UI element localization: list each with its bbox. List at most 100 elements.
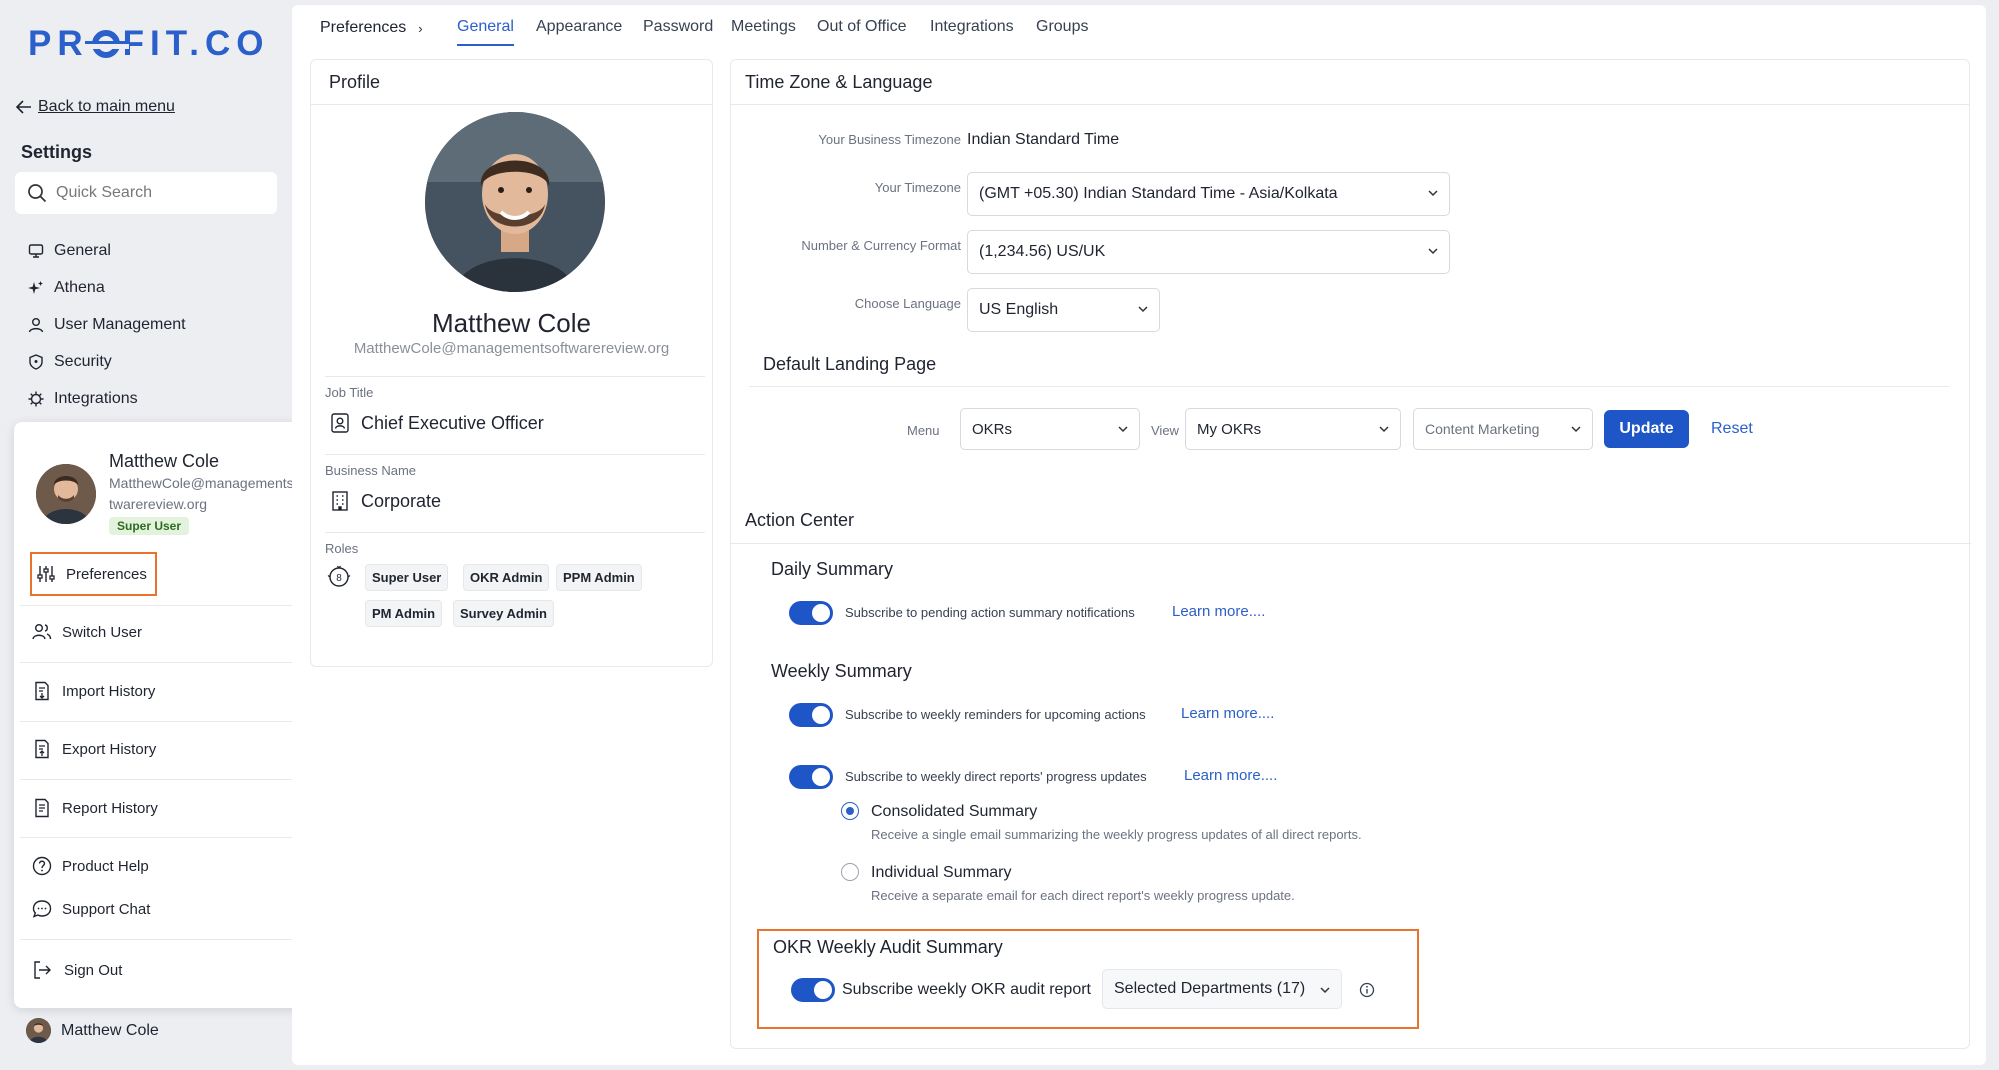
report-doc-icon: [35, 798, 49, 818]
okr-audit-toggle[interactable]: [791, 978, 835, 1002]
export-doc-icon: [35, 739, 49, 759]
chevron-down-icon: [1118, 426, 1128, 433]
tab-password[interactable]: Password: [643, 18, 713, 44]
sidebar-item-security[interactable]: Security: [28, 343, 186, 380]
chevron-right-icon: ›: [418, 20, 423, 36]
arrow-left-icon: [16, 100, 31, 114]
back-to-main-menu-link[interactable]: Back to main menu: [16, 98, 175, 116]
consolidated-summary-radio[interactable]: [841, 802, 859, 820]
chevron-down-icon: [1428, 248, 1438, 255]
sidebar-item-athena[interactable]: Athena: [28, 269, 186, 306]
weekly-summary-title: Weekly Summary: [771, 661, 912, 681]
search-icon: [28, 184, 47, 203]
export-history-menu-item[interactable]: Export History: [32, 734, 156, 764]
divider: [325, 454, 705, 455]
landing-view-select[interactable]: My OKRs: [1185, 408, 1401, 450]
divider: [731, 543, 1971, 544]
profile-email: MatthewCole@managementsoftwarereview.org: [353, 340, 670, 357]
building-icon: [332, 491, 348, 511]
main-panel: Preferences › General Appearance Passwor…: [292, 5, 1986, 1065]
sidebar-item-user-management[interactable]: User Management: [28, 306, 186, 343]
individual-summary-label[interactable]: Individual Summary: [871, 864, 1012, 882]
tab-meetings[interactable]: Meetings: [731, 18, 796, 44]
update-button[interactable]: Update: [1604, 410, 1689, 448]
tab-general[interactable]: General: [457, 18, 514, 46]
daily-summary-toggle[interactable]: [789, 601, 833, 625]
quick-search-input[interactable]: [56, 184, 256, 202]
chevron-down-icon: [1428, 190, 1438, 197]
profitco-logo[interactable]: PR FIT.CO: [28, 24, 269, 64]
divider: [731, 104, 1969, 105]
shield-icon: [29, 353, 43, 370]
gear-icon: [28, 391, 44, 406]
landing-content-select[interactable]: Content Marketing: [1413, 408, 1593, 450]
weekly-reminders-text: Subscribe to weekly reminders for upcomi…: [845, 707, 1146, 722]
tab-groups[interactable]: Groups: [1036, 18, 1088, 44]
profile-card: Profile Matthew Cole MatthewCole@managem…: [310, 59, 713, 667]
super-user-badge: Super User: [109, 517, 190, 535]
number-format-select-value: (1,234.56) US/UK: [979, 243, 1106, 260]
tab-out-of-office[interactable]: Out of Office: [817, 18, 907, 44]
user-menu-email: MatthewCole@managementsoftwarereview.org: [109, 475, 306, 512]
sidebar-user-button[interactable]: Matthew Cole: [26, 1018, 159, 1043]
divider: [20, 837, 314, 838]
weekly-reminders-learn-more-link[interactable]: Learn more....: [1181, 705, 1274, 722]
report-history-menu-item[interactable]: Report History: [32, 793, 158, 823]
profile-avatar[interactable]: [425, 112, 605, 292]
landing-menu-select[interactable]: OKRs: [960, 408, 1140, 450]
role-chip: Super User: [365, 564, 449, 591]
breadcrumb-preferences[interactable]: Preferences: [320, 19, 406, 37]
menu-label: Menu: [907, 423, 940, 438]
business-name-value: Corporate: [329, 490, 441, 512]
job-title-text: Chief Executive Officer: [361, 412, 544, 433]
menu-item-label: Preferences: [66, 565, 147, 583]
landing-menu-value: OKRs: [972, 420, 1013, 438]
preferences-menu-item[interactable]: Preferences: [30, 552, 157, 596]
divider: [20, 662, 314, 663]
sign-out-icon: [34, 961, 51, 979]
individual-summary-radio[interactable]: [841, 863, 859, 881]
sidebar-item-label: General: [54, 241, 111, 259]
info-icon[interactable]: [1359, 982, 1375, 998]
individual-summary-description: Receive a separate email for each direct…: [871, 888, 1295, 903]
sliders-icon: [37, 566, 55, 582]
sidebar-item-general[interactable]: General: [28, 232, 186, 269]
sign-out-menu-item[interactable]: Sign Out: [32, 955, 122, 985]
weekly-reminders-toggle[interactable]: [789, 703, 833, 727]
avatar: [26, 1018, 51, 1043]
language-select[interactable]: US English: [967, 288, 1160, 332]
sidebar-item-integrations[interactable]: Integrations: [28, 380, 186, 417]
sidebar-item-label: Athena: [54, 278, 105, 296]
divider: [325, 376, 705, 377]
okr-weekly-audit-section: OKR Weekly Audit Summary Subscribe weekl…: [757, 929, 1419, 1029]
daily-learn-more-link[interactable]: Learn more....: [1172, 603, 1265, 620]
switch-user-menu-item[interactable]: Switch User: [32, 617, 142, 647]
support-chat-menu-item[interactable]: Support Chat: [32, 894, 150, 924]
product-help-menu-item[interactable]: Product Help: [32, 851, 149, 881]
chevron-down-icon: [1320, 987, 1330, 994]
logo-text-end: FIT.CO: [122, 24, 270, 63]
timezone-select[interactable]: (GMT +05.30) Indian Standard Time - Asia…: [967, 172, 1450, 216]
tab-appearance[interactable]: Appearance: [536, 18, 622, 44]
divider: [749, 386, 1949, 387]
timezone-select-value: (GMT +05.30) Indian Standard Time - Asia…: [979, 185, 1338, 202]
divider: [20, 779, 314, 780]
number-format-select[interactable]: (1,234.56) US/UK: [967, 230, 1450, 274]
action-center-title: Action Center: [745, 510, 855, 530]
reset-button[interactable]: Reset: [1711, 420, 1753, 438]
weekly-direct-reports-toggle[interactable]: [789, 765, 833, 789]
weekly-direct-reports-learn-more-link[interactable]: Learn more....: [1184, 767, 1277, 784]
settings-nav: General Athena User Management Security …: [28, 232, 186, 417]
landing-view-value: My OKRs: [1197, 420, 1262, 438]
quick-search-box[interactable]: [15, 172, 277, 214]
role-chip: Survey Admin: [453, 600, 554, 627]
tab-integrations[interactable]: Integrations: [930, 18, 1014, 44]
import-history-menu-item[interactable]: Import History: [32, 676, 155, 706]
selected-departments-select[interactable]: Selected Departments (17): [1102, 969, 1342, 1009]
consolidated-summary-label[interactable]: Consolidated Summary: [871, 803, 1037, 821]
menu-item-label: Export History: [62, 740, 157, 758]
view-label: View: [1151, 423, 1179, 438]
sidebar-item-label: Integrations: [54, 389, 138, 407]
sparkle-icon: [28, 280, 43, 294]
user-icon: [28, 317, 44, 332]
